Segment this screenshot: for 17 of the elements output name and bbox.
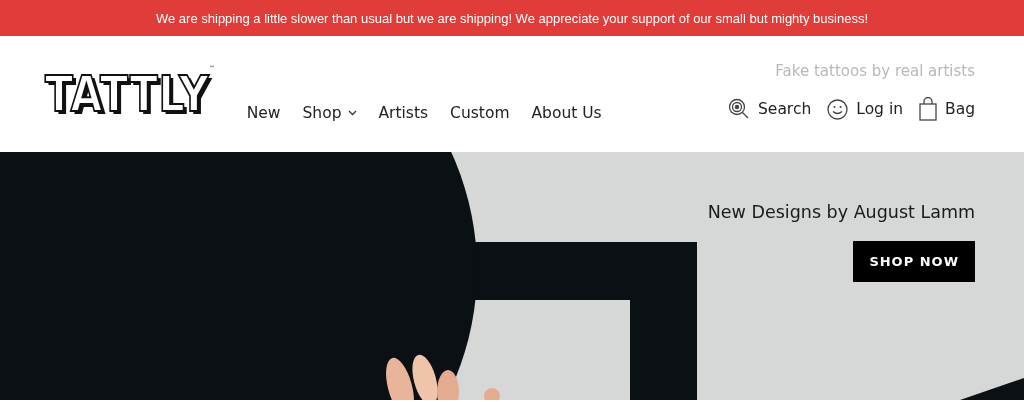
nav-link[interactable]: Custom xyxy=(450,104,510,122)
chevron-down-icon xyxy=(347,110,357,116)
nav-link[interactable]: Artists xyxy=(378,104,429,122)
logo[interactable]: TATTLY$^{™}$ xyxy=(45,65,216,124)
shop-now-button[interactable]: SHOP NOW xyxy=(853,241,975,282)
smiley-icon xyxy=(827,98,849,120)
nav-link[interactable]: New xyxy=(246,104,281,122)
hero-headline: New Designs by August Lamm xyxy=(707,202,975,222)
nav-link[interactable]: About Us xyxy=(531,104,602,122)
shopping-bag-icon xyxy=(919,97,937,121)
header-link[interactable]: Log in xyxy=(827,98,903,120)
announcement-text: We are shipping a little slower than usual but we are shipping! We appreciate your support of our small but mighty business! xyxy=(156,10,868,26)
header-link[interactable]: Search xyxy=(728,98,812,120)
header-link[interactable]: Bag xyxy=(919,97,975,121)
search-icon xyxy=(728,98,750,120)
nav-link[interactable]: Shop xyxy=(302,104,357,122)
tagline: Fake tattoos by real artists xyxy=(775,62,975,80)
